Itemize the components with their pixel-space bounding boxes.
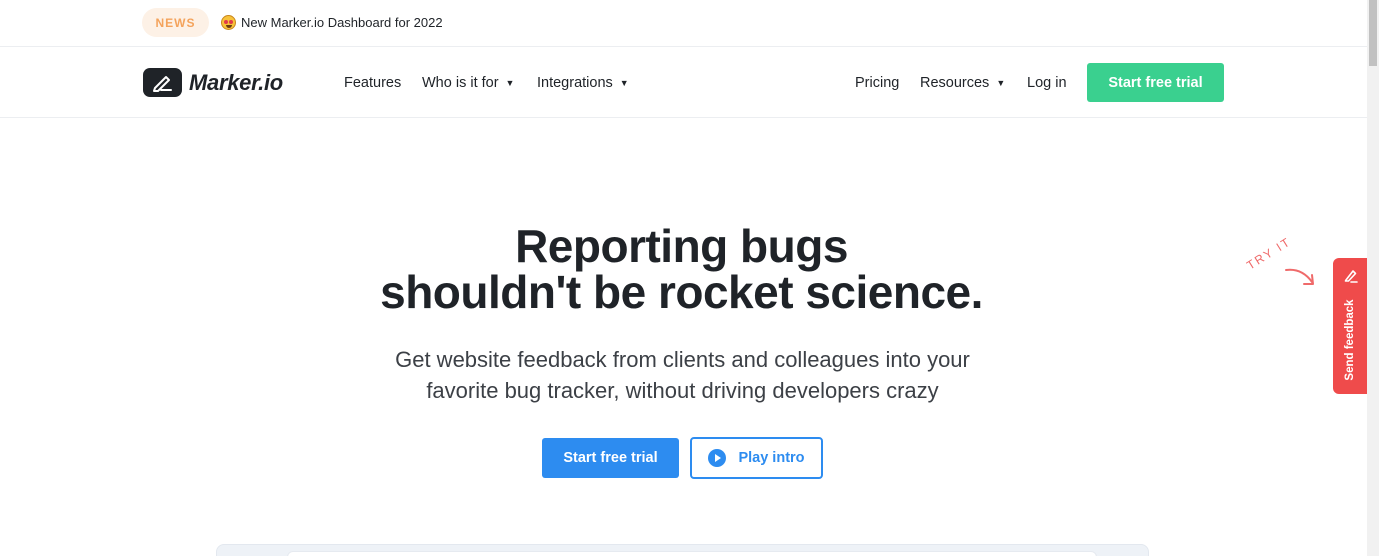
nav-link-label: Pricing xyxy=(855,75,900,91)
dashboard-preview xyxy=(216,544,1149,556)
nav-resources-dropdown[interactable]: Resources ▼ xyxy=(920,75,1005,91)
news-badge: NEWS xyxy=(142,8,209,37)
try-it-hint: TRY IT xyxy=(1244,230,1326,297)
caret-down-icon: ▼ xyxy=(996,78,1006,88)
hero-title: Reporting bugs shouldn't be rocket scien… xyxy=(0,223,1363,315)
nav-pricing-link[interactable]: Pricing xyxy=(855,75,899,91)
send-feedback-label: Send feedback xyxy=(1344,299,1356,381)
play-intro-button[interactable]: Play intro xyxy=(690,437,823,479)
caret-down-icon: ▼ xyxy=(619,78,629,88)
play-intro-label: Play intro xyxy=(738,450,805,466)
pen-icon xyxy=(153,76,172,92)
nav-link-label: Log in xyxy=(1027,75,1067,91)
hero-title-line: shouldn't be rocket science. xyxy=(380,266,983,318)
logo-wordmark: Marker.io xyxy=(189,69,283,95)
star-struck-emoji-icon xyxy=(221,15,236,30)
main-nav: Marker.io Features Who is it for ▼ Integ… xyxy=(0,48,1367,118)
nav-login-link[interactable]: Log in xyxy=(1027,75,1067,91)
hero-subtitle-line: favorite bug tracker, without driving de… xyxy=(426,378,939,403)
marker-pen-logo-icon xyxy=(143,68,182,97)
dashboard-preview-window xyxy=(287,551,1097,556)
nav-link-label: Features xyxy=(344,75,402,91)
hero-subtitle-line: Get website feedback from clients and co… xyxy=(395,347,970,372)
try-it-text: TRY IT xyxy=(1246,234,1294,272)
hero-title-line: Reporting bugs xyxy=(515,220,848,272)
announcement-bar[interactable]: NEWS New Marker.io Dashboard for 2022 xyxy=(0,0,1367,47)
pencil-icon xyxy=(1344,270,1358,283)
caret-down-icon: ▼ xyxy=(505,78,515,88)
curved-arrow-icon: TRY IT xyxy=(1244,234,1314,285)
nav-features-link[interactable]: Features xyxy=(344,75,401,91)
page-scrollbar[interactable] xyxy=(1367,0,1379,556)
nav-link-label: Integrations xyxy=(537,75,613,91)
nav-who-is-it-for-dropdown[interactable]: Who is it for ▼ xyxy=(422,75,514,91)
send-feedback-tab[interactable]: Send feedback xyxy=(1333,258,1367,394)
news-headline-link[interactable]: New Marker.io Dashboard for 2022 xyxy=(241,15,443,30)
hero-subtitle: Get website feedback from clients and co… xyxy=(0,344,1365,406)
play-icon xyxy=(708,449,727,467)
logo-link[interactable]: Marker.io xyxy=(143,68,283,97)
nav-start-free-trial-button[interactable]: Start free trial xyxy=(1087,63,1224,102)
hero-start-free-trial-button[interactable]: Start free trial xyxy=(542,438,679,478)
nav-link-label: Resources xyxy=(920,75,990,91)
nav-link-label: Who is it for xyxy=(422,75,499,91)
scrollbar-thumb[interactable] xyxy=(1369,0,1377,66)
nav-integrations-dropdown[interactable]: Integrations ▼ xyxy=(537,75,629,91)
